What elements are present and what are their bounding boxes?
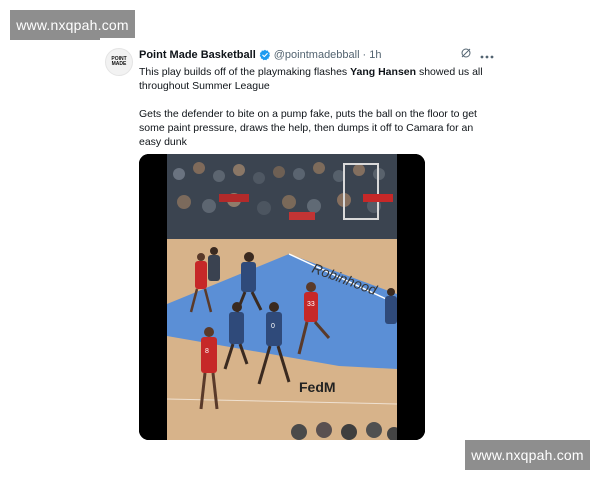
basketball-video-frame: Robinhood FedM 33 8 0 bbox=[139, 154, 425, 440]
jersey-number: 8 bbox=[205, 348, 209, 355]
jersey-number: 0 bbox=[271, 323, 275, 330]
watermark-bottom: www.nxqpah.com bbox=[465, 440, 590, 470]
video-letterbox-right bbox=[397, 154, 425, 440]
watermark-top: www.nxqpah.com bbox=[10, 10, 135, 40]
header-actions bbox=[460, 46, 494, 64]
tweet-card[interactable]: POINT MADE Point Made Basketball @pointm… bbox=[100, 38, 500, 440]
timestamp[interactable]: 1h bbox=[369, 49, 381, 61]
avatar-text-2: MADE bbox=[111, 61, 127, 67]
tweet-paragraph-2: Gets the defender to bite on a pump fake… bbox=[139, 108, 477, 148]
video-letterbox-left bbox=[139, 154, 167, 440]
tweet-text-part: This play builds off of the playmaking f… bbox=[139, 66, 351, 78]
display-name[interactable]: Point Made Basketball bbox=[139, 49, 256, 61]
avatar[interactable]: POINT MADE bbox=[105, 48, 133, 76]
jersey-number: 33 bbox=[307, 301, 315, 308]
court-text-fedex: FedM bbox=[299, 379, 336, 395]
tweet-header: Point Made Basketball @pointmadebball · … bbox=[139, 47, 479, 63]
verified-badge-icon bbox=[259, 49, 271, 61]
tweet-text-bold: Yang Hansen bbox=[350, 66, 417, 78]
tweet-video[interactable]: Robinhood FedM 33 8 0 bbox=[139, 154, 425, 440]
more-icon[interactable] bbox=[480, 50, 494, 60]
separator-dot: · bbox=[362, 49, 367, 61]
tweet-text: This play builds off of the playmaking f… bbox=[139, 65, 494, 149]
tweet-paragraph-1: This play builds off of the playmaking f… bbox=[139, 65, 494, 93]
red-sign bbox=[363, 194, 393, 202]
grok-icon[interactable] bbox=[460, 46, 472, 64]
handle[interactable]: @pointmadebball bbox=[274, 49, 360, 61]
